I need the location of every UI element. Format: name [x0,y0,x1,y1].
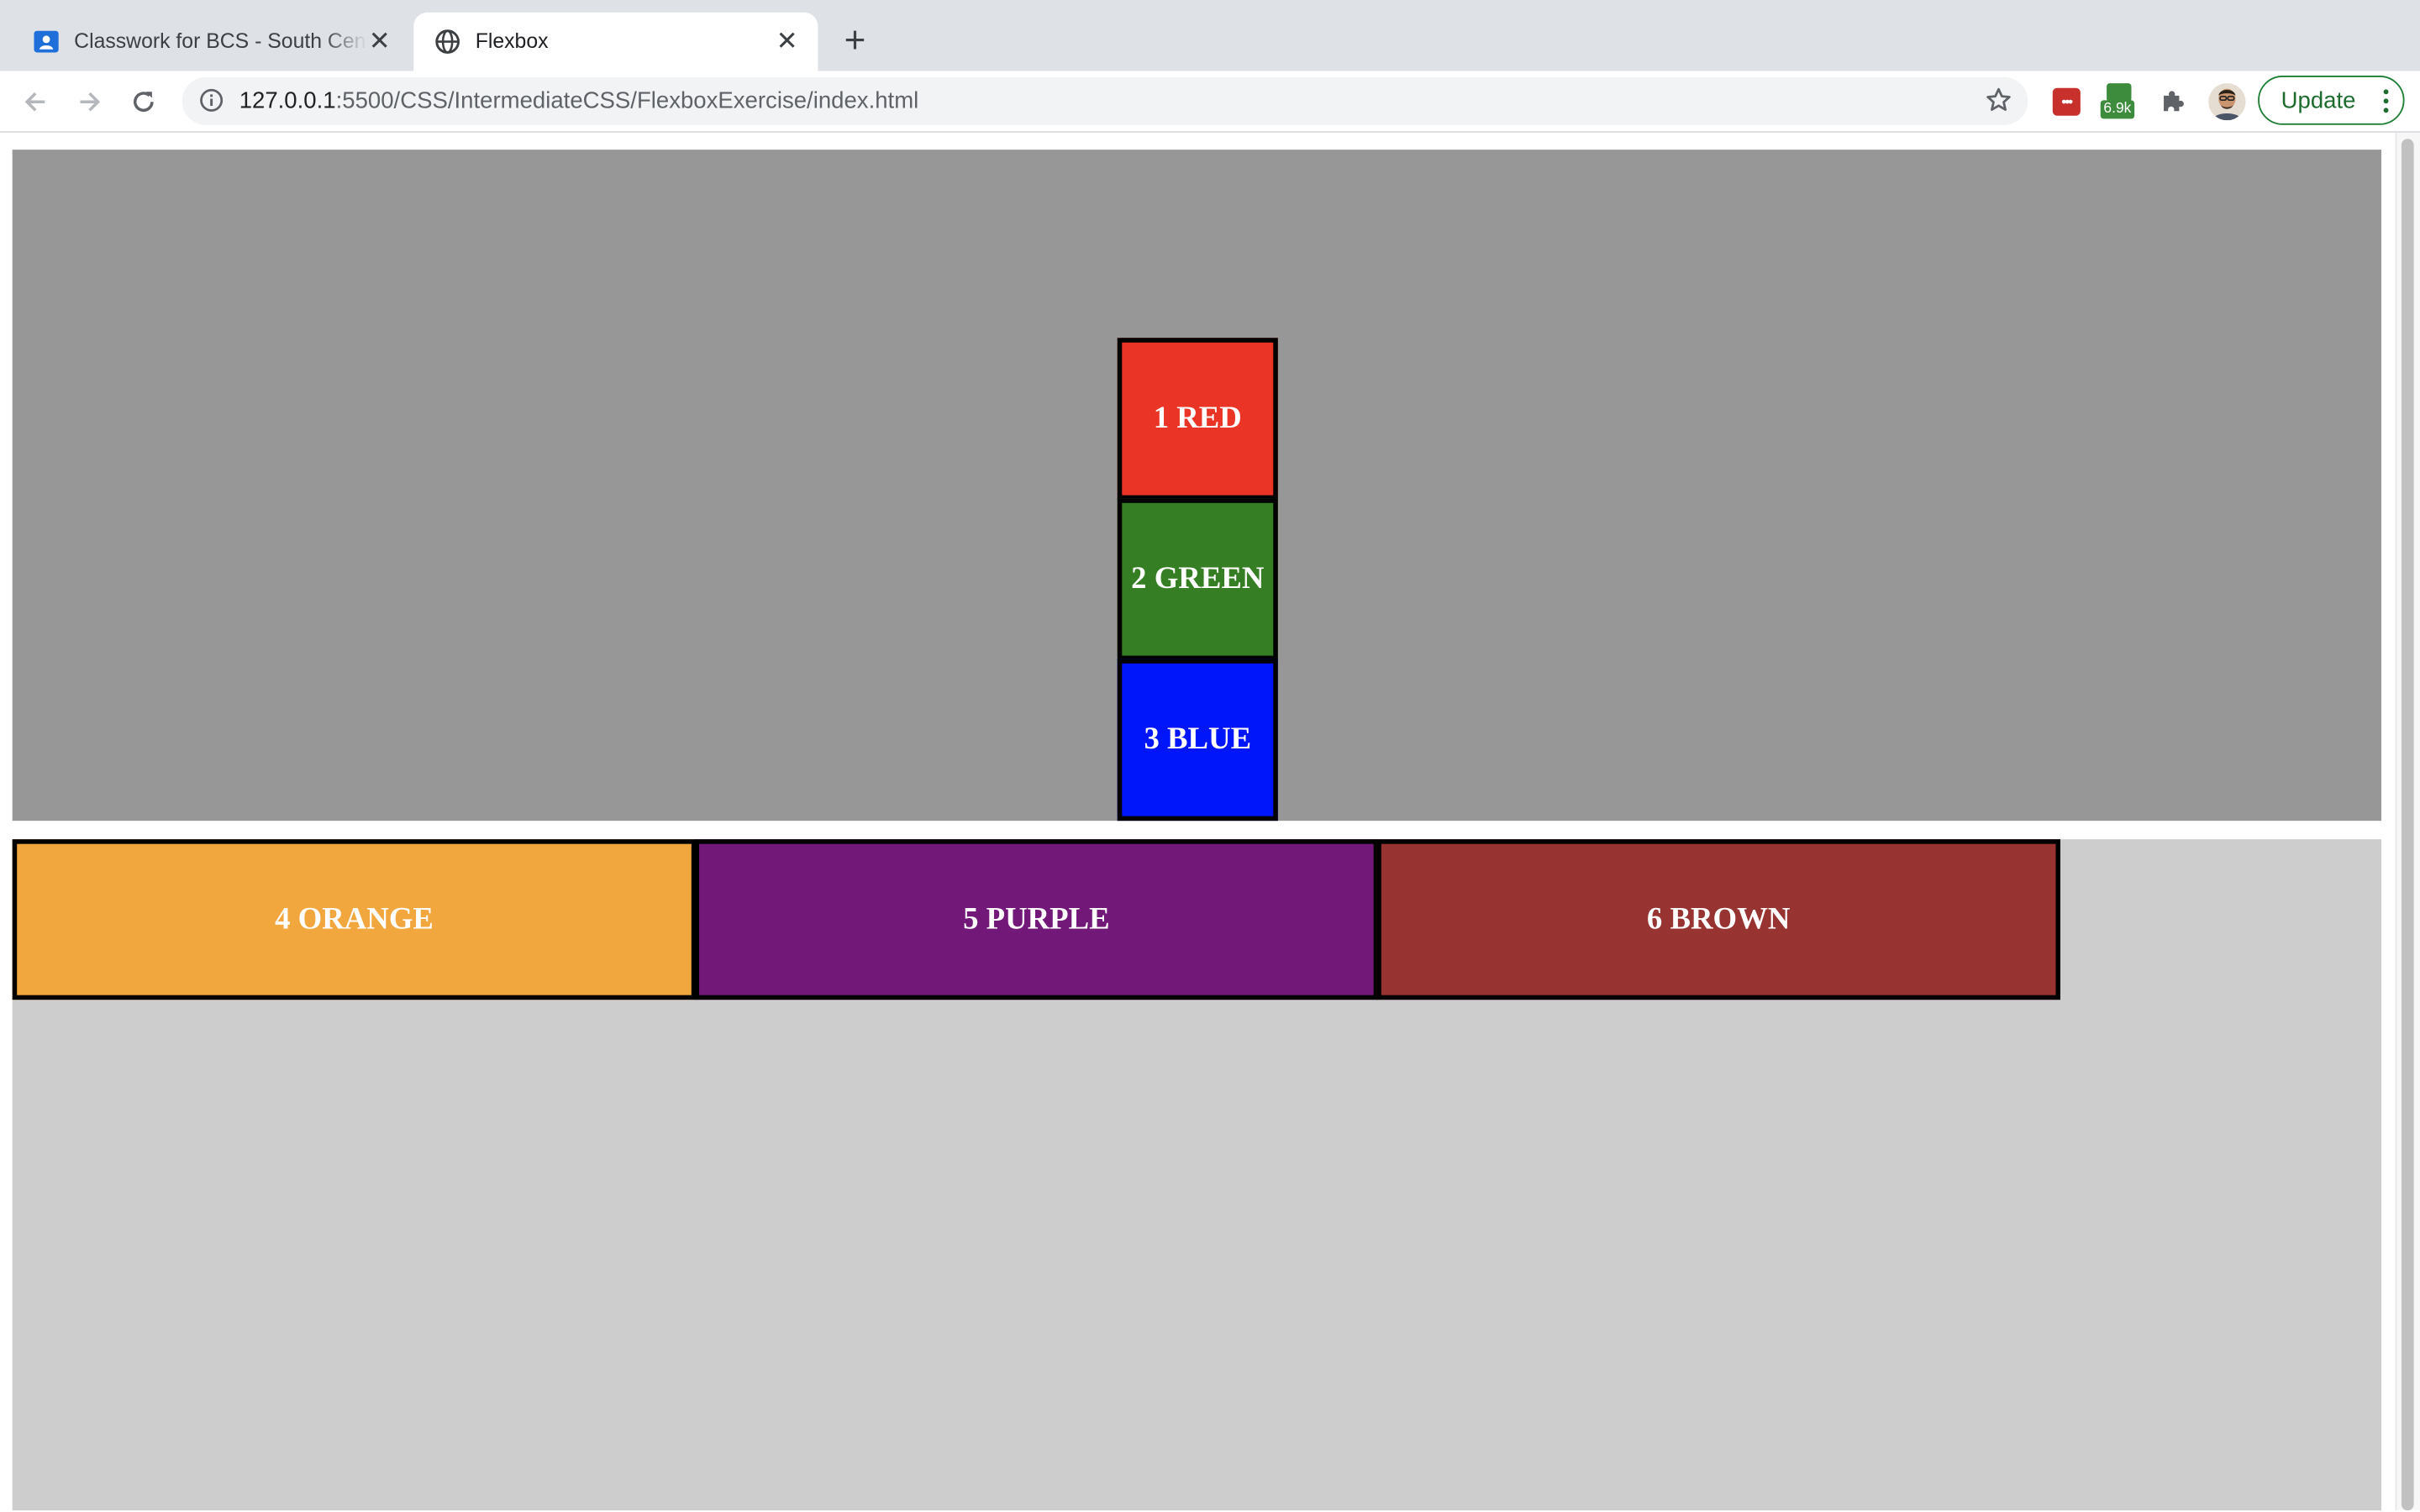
info-icon[interactable] [199,88,224,113]
vertical-scrollbar[interactable] [2395,132,2420,1511]
update-label: Update [2281,87,2356,114]
scrollbar-thumb[interactable] [2401,139,2414,1511]
box-orange: 4 ORANGE [12,839,697,1000]
box-blue: 3 BLUE [1117,659,1278,822]
box-label: 4 ORANGE [275,901,434,936]
arrow-right-icon [80,92,101,112]
close-tab-icon[interactable]: ✕ [364,26,395,57]
back-button[interactable] [15,81,55,122]
money-extension-icon: 6.9k [2100,83,2138,120]
more-vertical-icon [2383,89,2389,113]
classroom-icon [34,30,59,53]
browser-toolbar: 127.0.0.1:5500/CSS/IntermediateCSS/Flexb… [0,71,2420,133]
box-purple: 5 PURPLE [694,839,1379,1000]
reload-button[interactable] [124,81,164,122]
page-viewport: 1 RED 2 GREEN 3 BLUE 4 ORANGE 5 PURPLE 6… [0,132,2420,1511]
box-label: 5 PURPLE [963,901,1110,936]
box-label: 6 BROWN [1646,901,1791,936]
browser-window: Classwork for BCS - South Central ✕ Flex… [0,0,2420,1511]
extensions-button[interactable] [2154,83,2191,120]
tab-title: Flexbox [475,29,549,53]
reload-icon [133,92,154,113]
lastpass-extension-button[interactable]: ••• [2048,83,2085,120]
tab-flexbox[interactable]: Flexbox ✕ [413,12,818,71]
url-text: 127.0.0.1:5500/CSS/IntermediateCSS/Flexb… [239,87,919,116]
forward-button[interactable] [70,81,110,122]
avatar-icon [2208,83,2246,121]
url-host: 127.0.0.1 [239,87,336,114]
password-manager-icon: ••• [2052,87,2081,116]
box-label: 2 GREEN [1131,561,1265,596]
globe-icon [435,29,460,54]
counter-extension-button[interactable]: 6.9k [2100,83,2138,120]
tab-title: Classwork for BCS - South Central [74,29,368,53]
box-brown: 6 BROWN [1376,839,2060,1000]
puzzle-icon [2164,91,2184,112]
arrow-left-icon [24,92,45,112]
bookmark-star-icon[interactable] [1985,87,2012,114]
new-tab-button[interactable]: + [834,20,876,63]
close-tab-icon[interactable]: ✕ [771,26,802,57]
extension-badge: 6.9k [2100,100,2135,119]
profile-avatar[interactable] [2208,83,2246,121]
update-button[interactable]: Update [2258,75,2405,125]
box-label: 1 RED [1153,401,1242,435]
box-label: 3 BLUE [1144,722,1252,756]
address-bar[interactable]: 127.0.0.1:5500/CSS/IntermediateCSS/Flexb… [182,76,2028,125]
box-green: 2 GREEN [1117,498,1278,661]
box-red: 1 RED [1117,338,1278,501]
tab-classwork[interactable]: Classwork for BCS - South Central ✕ [13,13,411,71]
url-path: :5500/CSS/IntermediateCSS/FlexboxExercis… [335,87,919,114]
tab-strip: Classwork for BCS - South Central ✕ Flex… [0,0,2420,71]
